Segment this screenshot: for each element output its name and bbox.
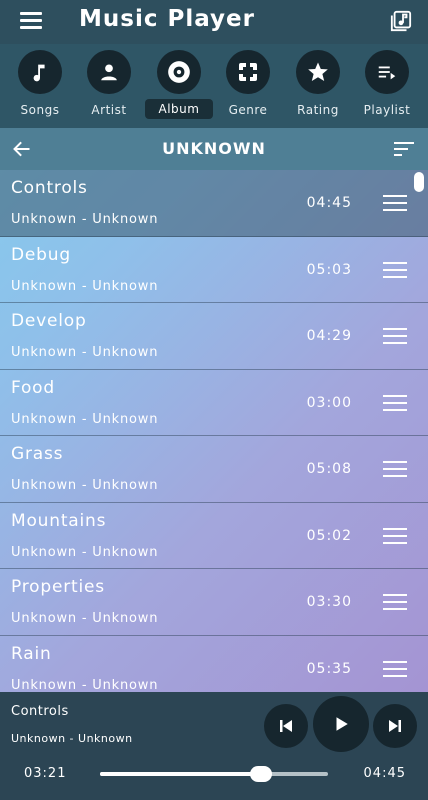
elapsed-time: 03:21 [24, 766, 67, 781]
scrollbar-thumb[interactable] [414, 172, 424, 192]
track-artist-album: Unknown - Unknown [11, 345, 159, 360]
tab-artist[interactable]: Artist [74, 48, 144, 124]
track-artist-album: Unknown - Unknown [11, 478, 159, 493]
disc-icon [157, 50, 201, 94]
track-artist-album: Unknown - Unknown [11, 611, 159, 626]
drag-handle-icon[interactable] [383, 261, 407, 278]
track-duration: 05:02 [306, 527, 352, 544]
tab-label: Album [144, 99, 214, 119]
track-row[interactable]: Develop Unknown - Unknown 04:29 [0, 303, 428, 370]
track-row[interactable]: Grass Unknown - Unknown 05:08 [0, 436, 428, 503]
track-title: Food [11, 377, 55, 398]
drag-handle-icon[interactable] [383, 660, 407, 677]
tab-label: Rating [297, 103, 339, 117]
category-tabs: Songs Artist Album Genre Rating Playlist [0, 44, 428, 128]
track-title: Rain [11, 643, 52, 664]
track-row[interactable]: Debug Unknown - Unknown 05:03 [0, 237, 428, 303]
track-duration: 05:35 [306, 660, 352, 677]
track-row[interactable]: Mountains Unknown - Unknown 05:02 [0, 503, 428, 569]
track-title: Debug [11, 244, 71, 265]
drag-handle-icon[interactable] [383, 195, 407, 211]
sort-icon[interactable] [394, 141, 414, 157]
genre-icon [226, 50, 270, 94]
tab-genre[interactable]: Genre [213, 48, 283, 124]
track-artist-album: Unknown - Unknown [11, 278, 159, 294]
seek-bar[interactable] [100, 766, 328, 782]
album-title: UNKNOWN [162, 139, 266, 158]
previous-button[interactable] [264, 704, 308, 748]
tab-label: Songs [20, 103, 60, 117]
person-icon [87, 50, 131, 94]
track-row[interactable]: Controls Unknown - Unknown 04:45 [0, 170, 428, 237]
track-title: Controls [11, 178, 88, 198]
track-artist-album: Unknown - Unknown [11, 212, 159, 227]
tab-rating[interactable]: Rating [283, 48, 353, 124]
track-title: Grass [11, 444, 64, 464]
app-bar: Music Player [0, 0, 428, 44]
track-artist-album: Unknown - Unknown [11, 677, 159, 693]
tab-label: Artist [91, 103, 127, 117]
track-list: Controls Unknown - Unknown 04:45 Debug U… [0, 170, 428, 692]
track-row[interactable]: Rain Unknown - Unknown 05:35 [0, 636, 428, 693]
track-duration: 05:08 [306, 461, 352, 477]
track-title: Mountains [11, 510, 107, 531]
menu-icon[interactable] [20, 12, 42, 30]
tab-album[interactable]: Album [144, 48, 214, 124]
track-row[interactable]: Properties Unknown - Unknown 03:30 [0, 569, 428, 636]
tab-label: Genre [228, 103, 268, 117]
drag-handle-icon[interactable] [383, 394, 407, 411]
playlist-icon [365, 50, 409, 94]
track-duration: 05:03 [306, 261, 352, 278]
now-playing-title: Controls [11, 704, 69, 719]
music-library-icon[interactable] [390, 10, 412, 32]
drag-handle-icon[interactable] [383, 527, 407, 544]
seek-handle[interactable] [249, 766, 272, 782]
track-duration: 04:45 [306, 195, 352, 211]
drag-handle-icon[interactable] [383, 461, 407, 477]
track-duration: 03:00 [306, 394, 352, 411]
track-artist-album: Unknown - Unknown [11, 411, 159, 427]
album-header: UNKNOWN [0, 128, 428, 170]
track-duration: 04:29 [306, 328, 352, 344]
star-icon [296, 50, 340, 94]
now-playing-artist: Unknown - Unknown [11, 732, 133, 745]
seek-progress [100, 772, 261, 776]
track-title: Properties [11, 577, 105, 597]
track-duration: 03:30 [306, 594, 352, 610]
drag-handle-icon[interactable] [383, 328, 407, 344]
total-time: 04:45 [363, 766, 406, 781]
tab-playlist[interactable]: Playlist [352, 48, 422, 124]
track-title: Develop [11, 311, 87, 331]
app-title: Music Player [79, 6, 255, 32]
drag-handle-icon[interactable] [383, 594, 407, 610]
skip-previous-icon [280, 720, 292, 732]
track-row[interactable]: Food Unknown - Unknown 03:00 [0, 370, 428, 436]
play-icon [336, 717, 348, 731]
mini-player: Controls Unknown - Unknown 03:21 04:45 [0, 692, 428, 800]
skip-next-icon [389, 720, 401, 732]
next-button[interactable] [373, 704, 417, 748]
music-note-icon [18, 50, 62, 94]
track-artist-album: Unknown - Unknown [11, 544, 159, 560]
tab-songs[interactable]: Songs [5, 48, 75, 124]
play-button[interactable] [313, 696, 369, 752]
tab-label: Playlist [363, 103, 411, 117]
